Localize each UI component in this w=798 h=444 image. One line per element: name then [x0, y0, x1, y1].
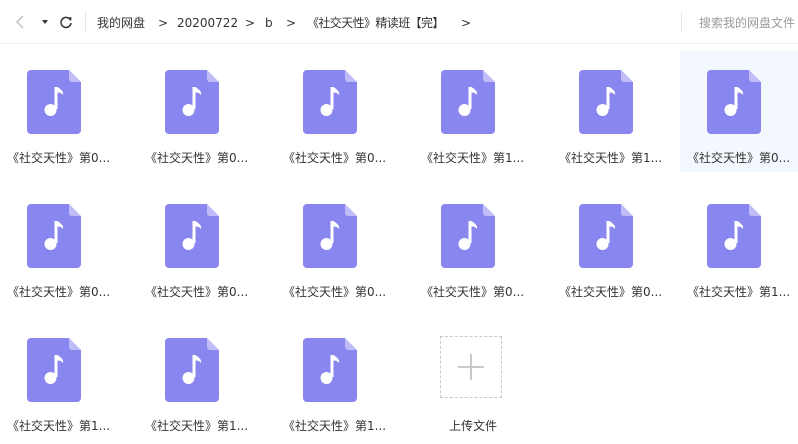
audio-file-icon	[165, 204, 219, 268]
file-item[interactable]: 《社交天性》第0...	[276, 184, 394, 306]
file-item[interactable]: 《社交天性》第0...	[552, 184, 670, 306]
audio-file-icon	[707, 204, 761, 268]
file-name: 《社交天性》第0...	[687, 151, 791, 165]
file-item[interactable]: 《社交天性》第0...	[276, 50, 394, 172]
audio-file-icon	[165, 70, 219, 134]
audio-file-icon	[27, 70, 81, 134]
file-name: 《社交天性》第0...	[145, 285, 249, 299]
file-name: 《社交天性》第1...	[559, 151, 663, 165]
file-item[interactable]: 《社交天性》第0...	[0, 184, 118, 306]
audio-file-icon	[27, 204, 81, 268]
upload-file-button[interactable]: 上传文件	[414, 318, 532, 440]
file-item[interactable]: 《社交天性》第1...	[276, 318, 394, 440]
file-name: 《社交天性》第1...	[421, 151, 525, 165]
file-item[interactable]: 《社交天性》第0...	[0, 50, 118, 172]
audio-file-icon	[27, 338, 81, 402]
file-item[interactable]: 《社交天性》第1...	[552, 50, 670, 172]
file-item[interactable]: 《社交天性》第1...	[138, 318, 256, 440]
file-name: 《社交天性》第1...	[145, 419, 249, 433]
file-item[interactable]: 《社交天性》第0...	[138, 184, 256, 306]
file-name: 《社交天性》第1...	[7, 419, 111, 433]
upload-label: 上传文件	[448, 419, 497, 433]
file-grid: 《社交天性》第0... 《社交天性》第0... 《社交天性》第0... 《社交天…	[0, 0, 798, 444]
file-item[interactable]: 《社交天性》第0...	[680, 50, 798, 172]
audio-file-icon	[165, 338, 219, 402]
file-name: 《社交天性》第0...	[7, 285, 111, 299]
file-item[interactable]: 《社交天性》第1...	[680, 184, 798, 306]
audio-file-icon	[707, 70, 761, 134]
audio-file-icon	[579, 204, 633, 268]
file-name: 《社交天性》第0...	[283, 151, 387, 165]
file-item[interactable]: 《社交天性》第1...	[414, 50, 532, 172]
file-name: 《社交天性》第0...	[7, 151, 111, 165]
file-item[interactable]: 《社交天性》第1...	[0, 318, 118, 440]
plus-icon	[458, 354, 484, 380]
file-item[interactable]: 《社交天性》第0...	[138, 50, 256, 172]
audio-file-icon	[441, 204, 495, 268]
file-name: 《社交天性》第1...	[687, 285, 791, 299]
file-name: 《社交天性》第0...	[283, 285, 387, 299]
audio-file-icon	[303, 70, 357, 134]
file-name: 《社交天性》第0...	[559, 285, 663, 299]
audio-file-icon	[303, 204, 357, 268]
file-name: 《社交天性》第0...	[145, 151, 249, 165]
audio-file-icon	[441, 70, 495, 134]
audio-file-icon	[579, 70, 633, 134]
file-name: 《社交天性》第0...	[421, 285, 525, 299]
audio-file-icon	[303, 338, 357, 402]
upload-dropzone[interactable]	[440, 336, 502, 398]
file-item[interactable]: 《社交天性》第0...	[414, 184, 532, 306]
file-name: 《社交天性》第1...	[283, 419, 387, 433]
